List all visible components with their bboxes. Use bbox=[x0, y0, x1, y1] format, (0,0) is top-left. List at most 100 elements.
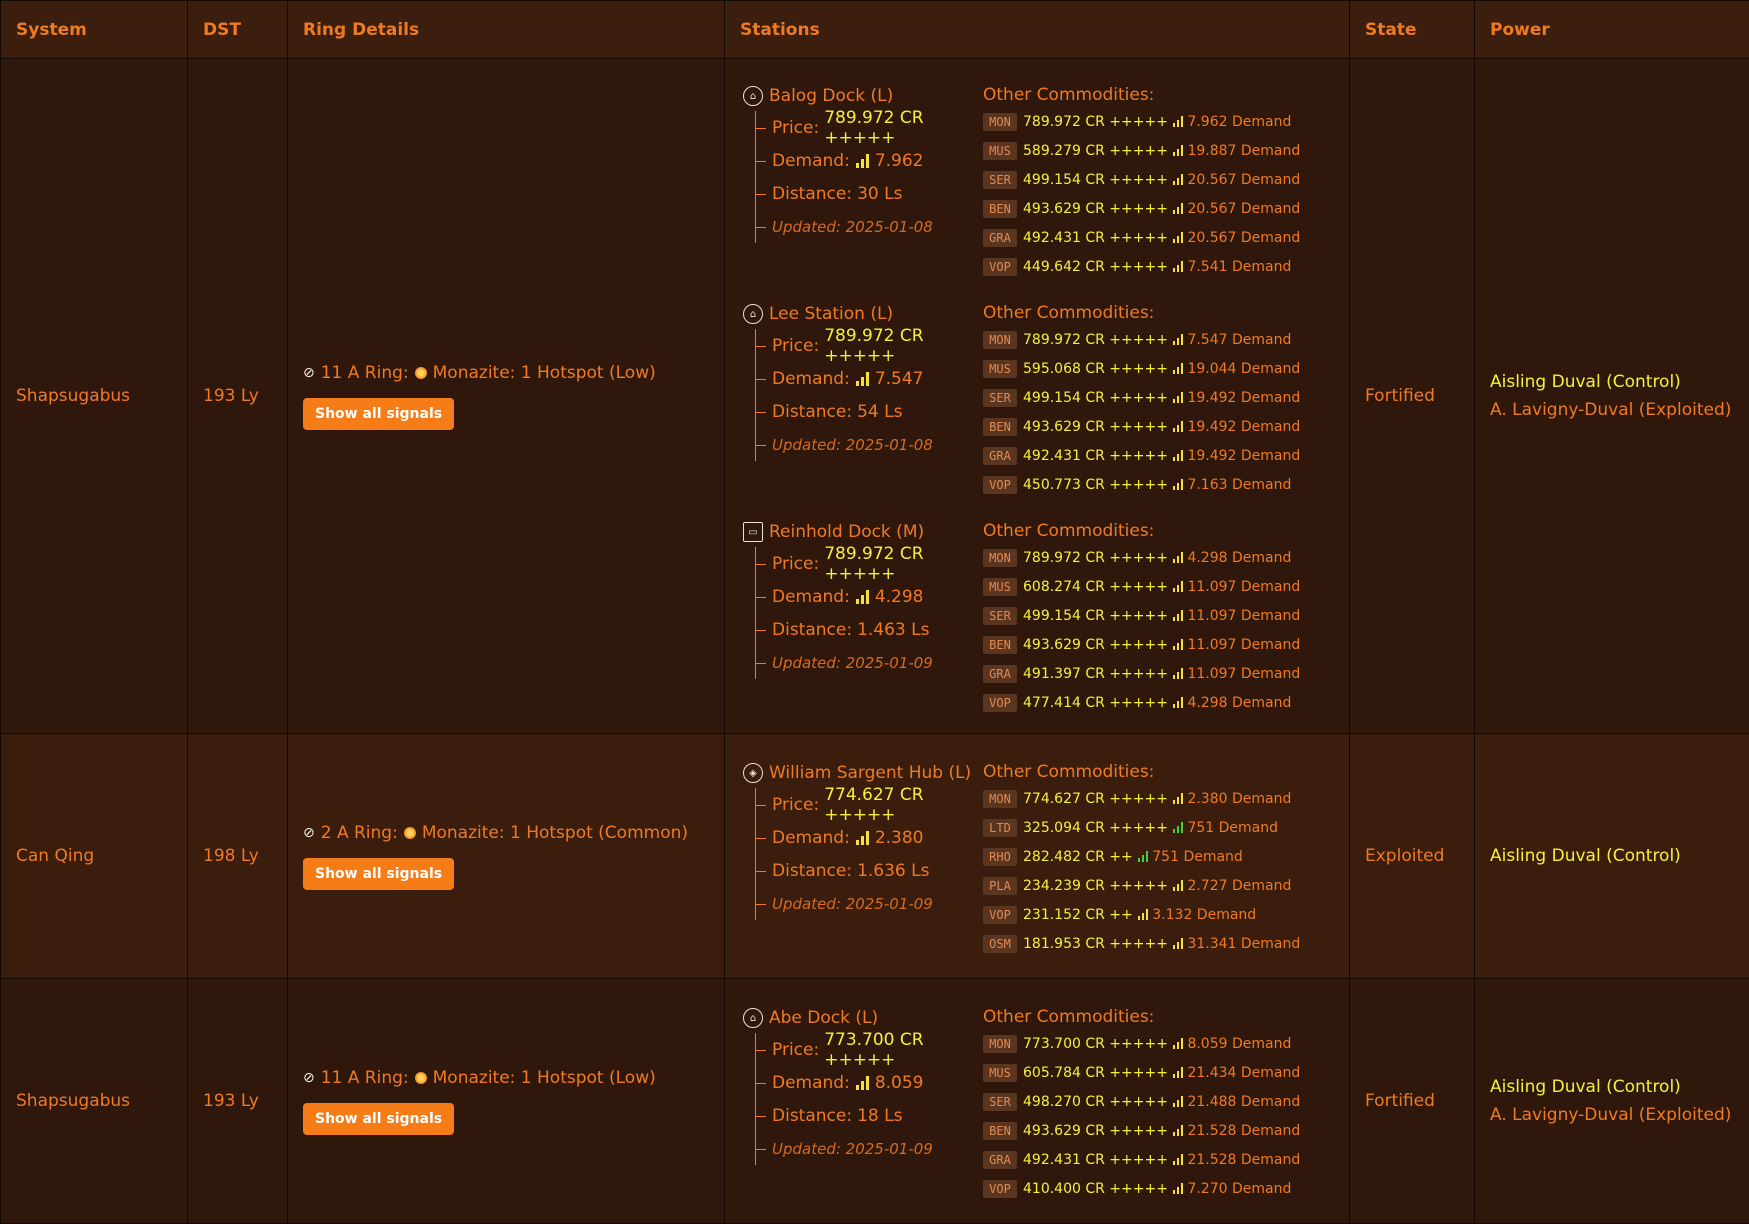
demand-bars-icon bbox=[1173, 334, 1184, 345]
commodity-row[interactable]: GRA492.431 CR +++++21.528 Demand bbox=[983, 1145, 1300, 1174]
commodity-row[interactable]: MUS595.068 CR +++++19.044 Demand bbox=[983, 354, 1300, 383]
commodity-row[interactable]: BEN493.629 CR +++++11.097 Demand bbox=[983, 630, 1300, 659]
station-demand: 7.962 bbox=[875, 151, 924, 171]
station-distance: 54 Ls bbox=[857, 402, 902, 422]
station-name[interactable]: Abe Dock (L) bbox=[769, 1008, 878, 1028]
power-control[interactable]: Aisling Duval (Control) bbox=[1490, 372, 1749, 392]
commodity-row[interactable]: BEN493.629 CR +++++21.528 Demand bbox=[983, 1116, 1300, 1145]
col-header-ring[interactable]: Ring Details bbox=[288, 1, 725, 59]
commodity-price: 595.068 CR +++++ bbox=[1023, 361, 1168, 377]
station-price-row: Price:789.972 CR +++++ bbox=[756, 329, 983, 362]
station-name-row[interactable]: ⌂Abe Dock (L) bbox=[743, 1007, 983, 1029]
demand-bars-icon bbox=[1173, 1038, 1184, 1049]
commodity-row[interactable]: SER498.270 CR +++++21.488 Demand bbox=[983, 1087, 1300, 1116]
commodity-row[interactable]: BEN493.629 CR +++++19.492 Demand bbox=[983, 412, 1300, 441]
commodity-row[interactable]: MON774.627 CR +++++2.380 Demand bbox=[983, 784, 1300, 813]
commodity-row[interactable]: VOP231.152 CR ++3.132 Demand bbox=[983, 900, 1300, 929]
commodity-row[interactable]: GRA492.431 CR +++++20.567 Demand bbox=[983, 223, 1300, 252]
station-name[interactable]: Lee Station (L) bbox=[769, 304, 893, 324]
commodity-code: SER bbox=[983, 1093, 1017, 1111]
commodity-code: BEN bbox=[983, 200, 1017, 218]
demand-bars-icon bbox=[1173, 639, 1184, 650]
station-name[interactable]: Balog Dock (L) bbox=[769, 86, 893, 106]
demand-bars-icon bbox=[1173, 1067, 1184, 1078]
demand-label: Demand: bbox=[772, 151, 850, 171]
other-commodities: Other Commodities:MON789.972 CR +++++7.5… bbox=[983, 303, 1300, 499]
demand-bars-icon bbox=[1173, 203, 1184, 214]
station-name-row[interactable]: ▭Reinhold Dock (M) bbox=[743, 521, 983, 543]
commodity-price: 498.270 CR +++++ bbox=[1023, 1094, 1168, 1110]
commodity-row[interactable]: PLA234.239 CR +++++2.727 Demand bbox=[983, 871, 1300, 900]
commodity-demand: 11.097 Demand bbox=[1187, 579, 1300, 595]
price-label: Price: bbox=[772, 795, 819, 815]
commodity-code: MUS bbox=[983, 142, 1017, 160]
demand-bars-icon bbox=[1173, 232, 1184, 243]
system-name[interactable]: Shapsugabus bbox=[1, 979, 188, 1224]
commodity-price: 181.953 CR +++++ bbox=[1023, 936, 1168, 952]
station-name-row[interactable]: ⌂ Lee Station (L) bbox=[743, 303, 983, 325]
commodity-price: 491.397 CR +++++ bbox=[1023, 666, 1168, 682]
commodity-code: VOP bbox=[983, 258, 1017, 276]
commodity-code: MUS bbox=[983, 1064, 1017, 1082]
commodity-row[interactable]: LTD325.094 CR +++++751 Demand bbox=[983, 813, 1300, 842]
show-all-signals-button[interactable]: Show all signals bbox=[303, 1103, 454, 1135]
commodity-demand: 20.567 Demand bbox=[1187, 201, 1300, 217]
commodity-price: 492.431 CR +++++ bbox=[1023, 1152, 1168, 1168]
commodity-row[interactable]: MUS589.279 CR +++++19.887 Demand bbox=[983, 136, 1300, 165]
power-exploited[interactable]: A. Lavigny-Duval (Exploited) bbox=[1490, 1105, 1749, 1125]
col-header-state[interactable]: State bbox=[1350, 1, 1475, 59]
commodity-row[interactable]: MON789.972 CR +++++7.547 Demand bbox=[983, 325, 1300, 354]
commodity-code: MON bbox=[983, 1035, 1017, 1053]
station-name[interactable]: William Sargent Hub (L) bbox=[769, 763, 971, 783]
commodity-row[interactable]: GRA491.397 CR +++++11.097 Demand bbox=[983, 659, 1300, 688]
station-distance: 1.463 Ls bbox=[857, 620, 929, 640]
commodity-row[interactable]: VOP477.414 CR +++++4.298 Demand bbox=[983, 688, 1300, 717]
col-header-stations[interactable]: Stations bbox=[725, 1, 1350, 59]
col-header-power[interactable]: Power bbox=[1475, 1, 1749, 59]
commodity-row[interactable]: MON789.972 CR +++++7.962 Demand bbox=[983, 107, 1300, 136]
station-name-row[interactable]: ⌂Balog Dock (L) bbox=[743, 85, 983, 107]
commodity-row[interactable]: GRA492.431 CR +++++19.492 Demand bbox=[983, 441, 1300, 470]
commodity-demand: 2.380 Demand bbox=[1187, 791, 1291, 807]
commodity-demand: 7.270 Demand bbox=[1187, 1181, 1291, 1197]
power-exploited[interactable]: A. Lavigny-Duval (Exploited) bbox=[1490, 400, 1749, 420]
demand-label: Demand: bbox=[772, 828, 850, 848]
demand-bars-icon bbox=[1173, 479, 1184, 490]
outpost-icon: ⌂ bbox=[743, 304, 763, 324]
commodity-row[interactable]: SER499.154 CR +++++19.492 Demand bbox=[983, 383, 1300, 412]
demand-bars-icon bbox=[1138, 909, 1149, 920]
commodity-row[interactable]: OSM181.953 CR +++++31.341 Demand bbox=[983, 929, 1300, 958]
station-price-row: Price:789.972 CR +++++ bbox=[756, 547, 983, 580]
commodity-row[interactable]: MUS605.784 CR +++++21.434 Demand bbox=[983, 1058, 1300, 1087]
commodity-row[interactable]: MON773.700 CR +++++8.059 Demand bbox=[983, 1029, 1300, 1058]
commodity-row[interactable]: VOP410.400 CR +++++7.270 Demand bbox=[983, 1174, 1300, 1203]
station-distance-row: Distance:54 Ls bbox=[756, 395, 983, 428]
commodity-demand: 19.044 Demand bbox=[1187, 361, 1300, 377]
system-name[interactable]: Shapsugabus bbox=[1, 59, 188, 734]
show-all-signals-button[interactable]: Show all signals bbox=[303, 398, 454, 430]
commodity-row[interactable]: SER499.154 CR +++++20.567 Demand bbox=[983, 165, 1300, 194]
col-header-system[interactable]: System bbox=[1, 1, 188, 59]
commodity-demand: 11.097 Demand bbox=[1187, 637, 1300, 653]
system-name[interactable]: Can Qing bbox=[1, 734, 188, 979]
commodity-row[interactable]: SER499.154 CR +++++11.097 Demand bbox=[983, 601, 1300, 630]
commodity-code: PLA bbox=[983, 877, 1017, 895]
commodity-row[interactable]: VOP449.642 CR +++++7.541 Demand bbox=[983, 252, 1300, 281]
commodity-row[interactable]: VOP450.773 CR +++++7.163 Demand bbox=[983, 470, 1300, 499]
station-name[interactable]: Reinhold Dock (M) bbox=[769, 522, 924, 542]
station-name-row[interactable]: ◈William Sargent Hub (L) bbox=[743, 762, 983, 784]
commodity-row[interactable]: MUS608.274 CR +++++11.097 Demand bbox=[983, 572, 1300, 601]
commodity-row[interactable]: MON789.972 CR +++++4.298 Demand bbox=[983, 543, 1300, 572]
commodity-price: 493.629 CR +++++ bbox=[1023, 1123, 1168, 1139]
commodity-price: 499.154 CR +++++ bbox=[1023, 390, 1168, 406]
col-header-dst[interactable]: DST bbox=[188, 1, 288, 59]
show-all-signals-button[interactable]: Show all signals bbox=[303, 858, 454, 890]
commodity-row[interactable]: BEN493.629 CR +++++20.567 Demand bbox=[983, 194, 1300, 223]
other-commodities-title: Other Commodities: bbox=[983, 762, 1300, 784]
commodity-row[interactable]: RHO282.482 CR ++751 Demand bbox=[983, 842, 1300, 871]
station-distance: 30 Ls bbox=[857, 184, 902, 204]
power-control[interactable]: Aisling Duval (Control) bbox=[1490, 1077, 1749, 1097]
power-control[interactable]: Aisling Duval (Control) bbox=[1490, 846, 1749, 866]
commodity-code: VOP bbox=[983, 476, 1017, 494]
demand-bars-icon bbox=[1173, 938, 1184, 949]
